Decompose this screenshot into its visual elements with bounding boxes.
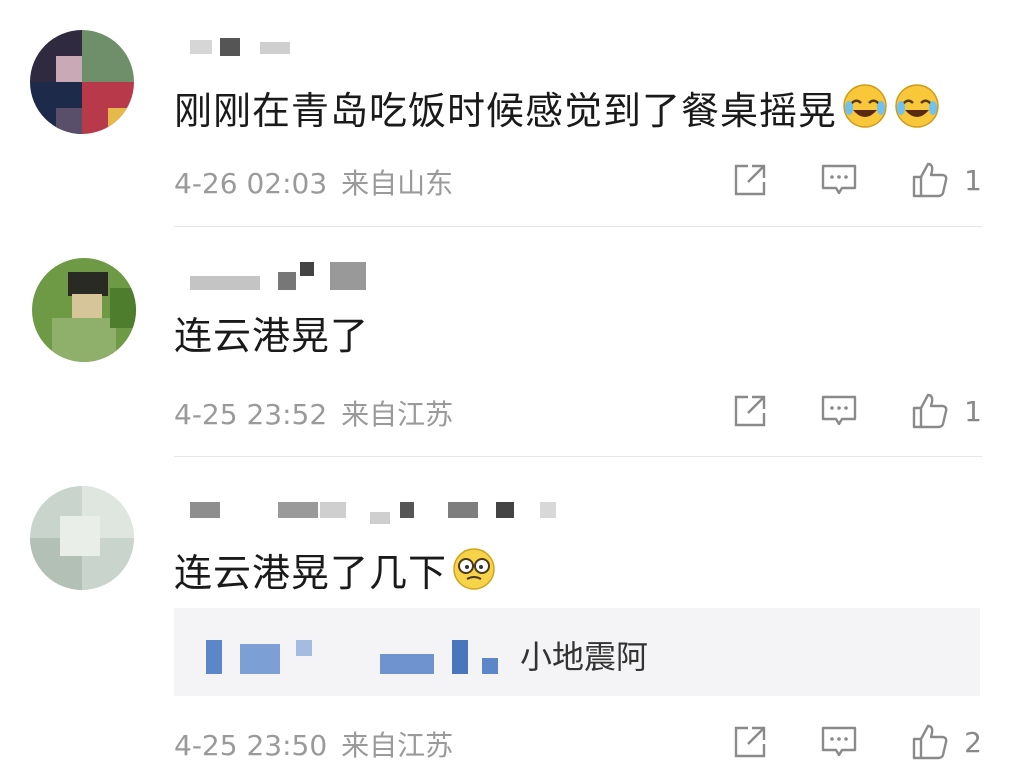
comment-date: 4-25 23:52 [174, 398, 328, 431]
avatar[interactable] [30, 486, 134, 590]
reply-username [380, 640, 500, 674]
username[interactable] [190, 38, 300, 56]
comment-text: 连云港晃了几下 [174, 546, 497, 595]
thumbs-up-icon [912, 724, 948, 760]
username[interactable] [190, 500, 560, 524]
like-count: 1 [964, 394, 982, 428]
share-button[interactable] [732, 162, 768, 198]
share-button[interactable] [732, 393, 768, 429]
reply-username [206, 640, 356, 674]
comment-icon [821, 164, 857, 195]
comment-icon [821, 395, 857, 426]
laughing-crying-emoji [843, 84, 887, 128]
comment-text: 连云港晃了 [174, 314, 370, 358]
thumbs-up-icon [912, 162, 948, 198]
grimace-glasses-emoji [453, 548, 495, 590]
like-button[interactable]: 2 [910, 722, 982, 762]
comment-date: 4-25 23:50 [174, 729, 328, 762]
comment-actions: 1 [680, 391, 982, 431]
reply-text: 小地震阿 [520, 638, 649, 676]
divider [174, 456, 982, 457]
reply-box[interactable]: 小地震阿 [174, 608, 980, 696]
share-button[interactable] [732, 724, 768, 760]
like-button[interactable]: 1 [910, 160, 982, 200]
comment-meta: 4-25 23:50 来自江苏 [174, 724, 453, 764]
comment-date: 4-26 02:03 [174, 167, 328, 200]
like-count: 1 [964, 163, 982, 197]
share-icon [734, 726, 766, 758]
divider [174, 226, 982, 227]
comment-location: 来自山东 [341, 167, 454, 200]
comment-location: 来自江苏 [341, 398, 454, 431]
comment-location: 来自江苏 [341, 729, 454, 762]
avatar[interactable] [30, 30, 134, 134]
like-button[interactable]: 1 [910, 391, 982, 431]
share-icon [734, 395, 766, 427]
comment-meta: 4-25 23:52 来自江苏 [174, 393, 453, 433]
comment-button[interactable] [820, 393, 858, 429]
like-count: 2 [964, 725, 982, 759]
comment-actions: 2 [680, 722, 982, 762]
comment-actions: 1 [680, 160, 982, 200]
comment-text: 刚刚在青岛吃饭时候感觉到了餐桌摇晃 [174, 82, 941, 133]
share-icon [734, 164, 766, 196]
comment-icon [821, 726, 857, 757]
avatar[interactable] [32, 258, 136, 362]
thumbs-up-icon [912, 393, 948, 429]
comment-button[interactable] [820, 162, 858, 198]
username[interactable] [190, 262, 380, 290]
comment-meta: 4-26 02:03 来自山东 [174, 162, 453, 202]
laughing-crying-emoji [895, 84, 939, 128]
comment-button[interactable] [820, 724, 858, 760]
